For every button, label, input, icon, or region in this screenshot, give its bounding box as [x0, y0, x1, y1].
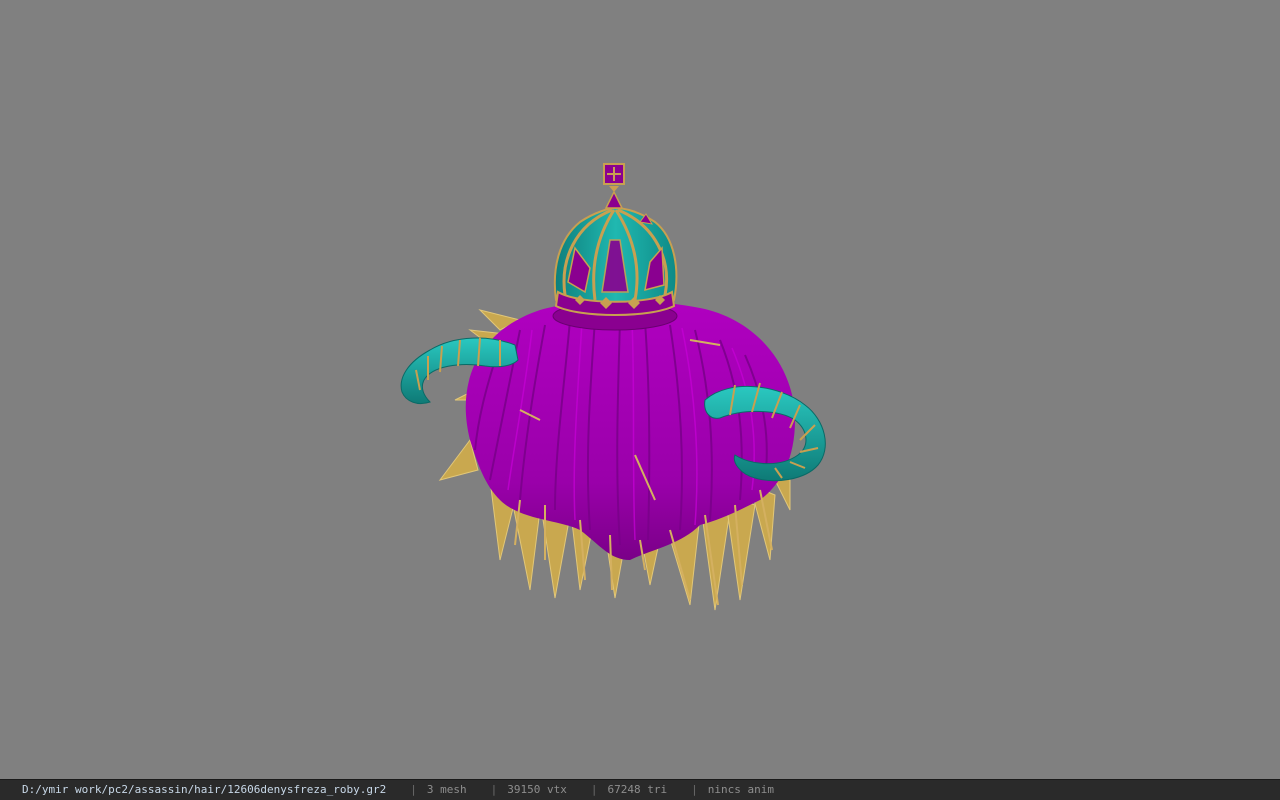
status-separator: |	[410, 783, 417, 796]
status-mesh-count: 3 mesh	[426, 783, 467, 796]
3d-viewport[interactable]	[0, 0, 1280, 779]
hair-model-render[interactable]	[0, 0, 1280, 779]
status-triangle-count: 67248 tri	[607, 783, 668, 796]
crown	[553, 163, 678, 316]
status-separator: |	[590, 783, 598, 796]
status-bar: D:/ymir work/pc2/assassin/hair/12606deny…	[0, 779, 1280, 800]
status-separator: |	[691, 783, 698, 796]
status-vertex-count: 39150 vtx	[507, 783, 567, 796]
status-separator: |	[490, 783, 498, 796]
status-anim: nincs anim	[707, 783, 774, 796]
status-file-path: D:/ymir work/pc2/assassin/hair/12606deny…	[22, 783, 387, 796]
